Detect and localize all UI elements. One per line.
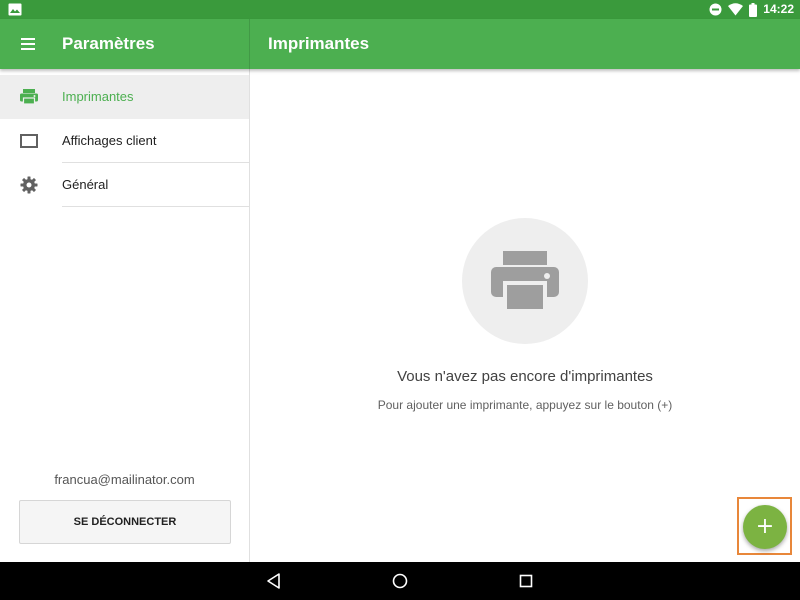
sidebar: Imprimantes Affichages client Général fr… [0,69,250,562]
status-icons: 14:22 [709,2,794,17]
menu-icon[interactable] [15,32,41,56]
app-bar-left: Paramètres [0,19,250,69]
recents-icon[interactable] [516,571,536,591]
sidebar-item-general[interactable]: Général [0,163,249,207]
settings-title: Paramètres [62,34,155,53]
printer-icon [491,251,559,313]
empty-state-subtitle: Pour ajouter une imprimante, appuyez sur… [377,398,673,412]
battery-icon [749,2,758,17]
account-email: francua@mailinator.com [54,472,195,487]
back-icon[interactable] [264,571,284,591]
do-not-disturb-icon [709,3,722,16]
status-bar: 14:22 [0,0,800,19]
page-title: Imprimantes [268,34,370,53]
wifi-icon [728,3,744,16]
empty-state-title: Vous n'avez pas encore d'imprimantes [397,368,653,385]
sidebar-item-label: Imprimantes [62,89,134,104]
home-icon[interactable] [390,571,410,591]
divider [62,206,249,207]
printer-icon [20,89,38,105]
sidebar-item-label: Général [62,177,109,192]
sidebar-item-printers[interactable]: Imprimantes [0,75,249,119]
image-icon [8,3,22,16]
add-printer-button[interactable]: + [743,505,787,549]
display-icon [20,134,38,148]
sidebar-item-label: Affichages client [62,133,157,148]
empty-state-illustration [462,218,588,344]
logout-button[interactable]: SE DÉCONNECTER [19,500,231,544]
sidebar-item-customer-displays[interactable]: Affichages client [0,119,249,163]
main-content: Vous n'avez pas encore d'imprimantes Pou… [250,69,800,562]
app-bar: Paramètres Imprimantes [0,19,800,69]
system-nav-bar [0,562,800,600]
clock: 14:22 [763,2,794,16]
gear-icon [20,176,38,194]
